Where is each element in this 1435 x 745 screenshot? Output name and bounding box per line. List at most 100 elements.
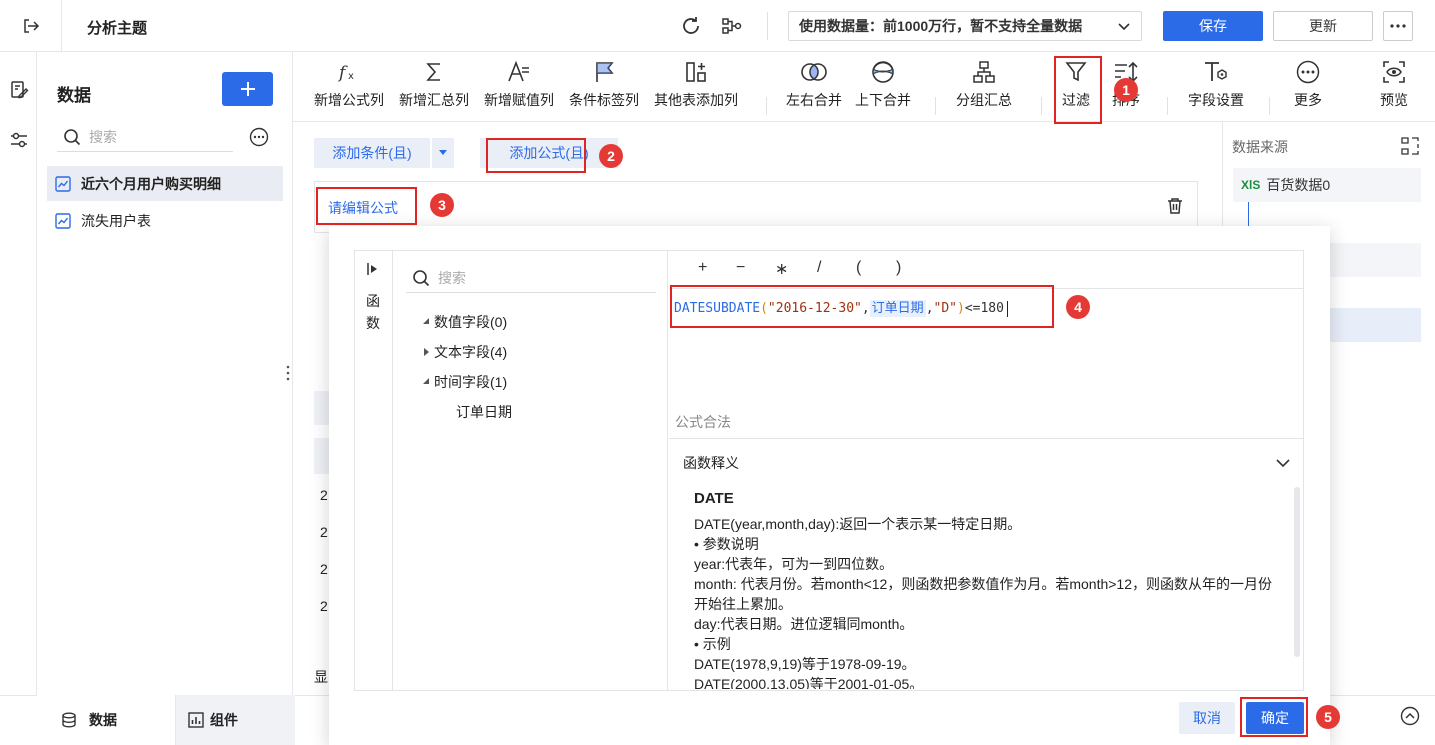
add-column-icon [686,62,706,82]
divider [767,12,768,40]
data-source-node[interactable]: XlS 百货数据0 [1233,168,1421,202]
explain-line: DATE(year,month,day):返回一个表示某一特定日期。 [694,516,1022,532]
divider [1167,97,1168,115]
add-formula-column-button[interactable]: fx 新增公式列 [314,60,384,110]
field-search-input[interactable]: 搜索 [406,263,656,293]
fx-icon: fx [337,63,354,83]
more-toolbar-button[interactable]: 更多 [1294,60,1322,110]
update-button[interactable]: 更新 [1273,11,1373,41]
chevron-down-icon [1276,458,1290,467]
add-assign-column-button[interactable]: 新增赋值列 [484,60,554,110]
collapse-up-icon[interactable] [1400,706,1420,726]
add-data-button[interactable] [222,72,273,106]
formula-status: 公式合法 [675,414,731,430]
list-item[interactable]: 近六个月用户购买明细 [47,166,283,201]
operator-right-paren[interactable]: ) [896,259,901,277]
table-trend-icon [55,175,71,192]
merge-top-bottom-button[interactable]: 上下合并 [855,60,911,110]
search-placeholder: 搜索 [438,269,466,286]
table-header [314,438,330,474]
more-icon [1296,60,1320,84]
step-badge: 5 [1316,705,1340,729]
field-settings-button[interactable]: 字段设置 [1188,60,1244,110]
explain-line: DATE(1978,9,19)等于1978-09-19。 [694,656,916,672]
add-condition-button[interactable]: 添加条件(且) [314,138,430,168]
resize-handle[interactable] [286,365,290,381]
add-condition-tag-column-button[interactable]: 条件标签列 [569,60,639,110]
merge-lr-icon [801,63,827,81]
operator-divide[interactable]: / [817,259,821,277]
divider [766,97,767,115]
add-column-from-table-button[interactable]: 其他表添加列 [654,60,738,110]
field-order-date[interactable]: 订单日期 [456,402,512,422]
data-search-input[interactable]: 搜索 [57,122,233,152]
data-edit-icon[interactable] [9,80,29,100]
merge-left-right-button[interactable]: 左右合并 [786,60,842,110]
sliders-icon[interactable] [9,130,29,150]
operator-left-paren[interactable]: ( [856,259,861,277]
data-limit-select[interactable]: 使用数据量：前1000万行，暂不支持全量数据 [788,11,1142,41]
highlight-box [1054,56,1102,124]
operator-plus[interactable]: + [698,259,707,277]
step-badge: 2 [599,144,623,168]
function-explain-header[interactable]: 函数释义 [669,438,1304,486]
field-group-numeric[interactable]: 数值字段(0) [420,312,507,332]
highlight-box [670,285,1054,328]
search-icon [413,269,430,286]
table-trend-icon [55,212,71,229]
database-icon [62,712,76,728]
tab-data[interactable]: 数据 [37,695,175,745]
add-summary-column-button[interactable]: 新增汇总列 [399,60,469,110]
more-button[interactable] [1383,11,1413,41]
save-button[interactable]: 保存 [1163,11,1263,41]
divider [935,97,936,115]
caret-down-icon [423,378,429,384]
tab-component[interactable]: 组件 [175,695,295,745]
step-badge: 1 [1114,78,1138,102]
scrollbar[interactable] [1294,487,1300,657]
function-tab[interactable]: 函数 [363,290,383,334]
field-group-text[interactable]: 文本字段(4) [420,342,507,362]
list-item-label: 流失用户表 [81,212,151,229]
group-summary-button[interactable]: 分组汇总 [956,60,1012,110]
group-icon [973,61,995,83]
refresh-icon[interactable] [680,15,702,37]
layout-icon[interactable] [1401,137,1419,155]
table-cell: 2 [320,598,328,614]
trash-icon[interactable] [1166,197,1184,215]
svg-text:f: f [337,63,348,83]
back-button[interactable] [0,0,62,52]
data-panel-title: 数据 [57,86,91,105]
sigma-icon [426,63,440,81]
highlight-box [316,187,417,225]
exit-icon [23,19,39,33]
list-item[interactable]: 流失用户表 [47,203,283,238]
table-toolbar [314,391,330,425]
step-badge: 3 [430,193,454,217]
svg-text:x: x [348,71,354,82]
assign-icon [508,60,529,82]
plus-icon [240,82,255,96]
caret-down-icon [423,318,429,324]
more-circle-icon[interactable] [249,127,269,147]
field-settings-icon [1205,62,1227,81]
caret-right-icon [424,348,429,356]
table-cell: 2 [320,487,328,503]
explain-title: DATE [694,490,734,507]
add-condition-dropdown[interactable] [432,138,454,168]
bottom-status-text: 显 [314,669,328,685]
explain-line: • 示例 [694,636,731,652]
expand-panel-icon[interactable] [366,262,380,276]
operator-multiply[interactable]: ∗ [775,259,788,279]
cancel-button[interactable]: 取消 [1179,702,1235,734]
lineage-icon[interactable] [721,15,743,37]
function-explain-body: DATE DATE(year,month,day):返回一个表示某一特定日期。 … [694,489,1274,689]
operator-minus[interactable]: − [736,259,745,277]
highlight-box [1240,697,1308,737]
explain-line: year:代表年，可为一到四位数。 [694,556,894,572]
preview-button[interactable]: 预览 [1380,60,1408,110]
field-group-time[interactable]: 时间字段(1) [420,372,507,392]
step-badge: 4 [1066,295,1090,319]
data-source-name: 百货数据0 [1266,177,1331,193]
search-placeholder: 搜索 [89,128,117,145]
